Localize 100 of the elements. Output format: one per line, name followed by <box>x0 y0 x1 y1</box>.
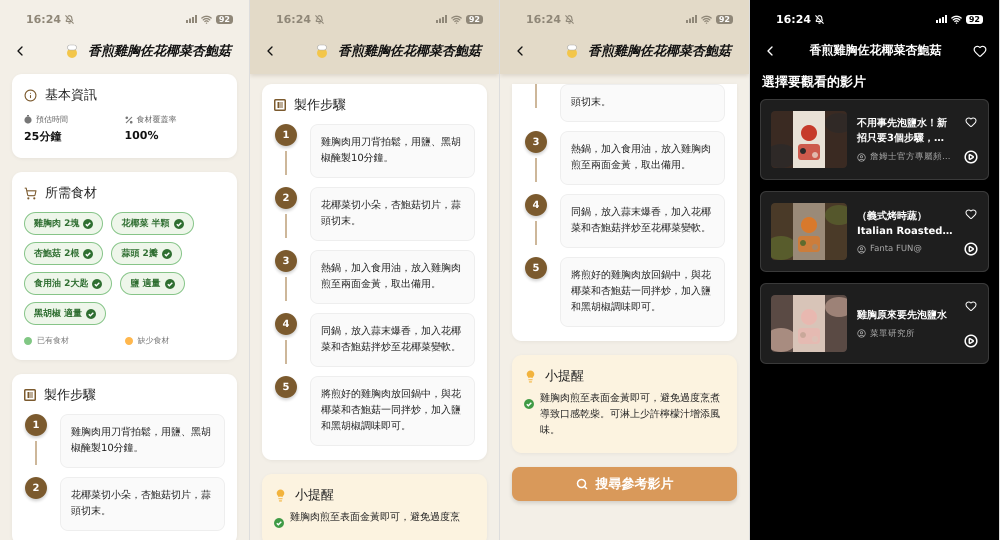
heart-icon[interactable] <box>965 116 977 128</box>
step-number: 3 <box>525 131 547 153</box>
heart-icon[interactable] <box>965 300 977 312</box>
step-text: 花椰菜切小朵，杏鮑菇切片，蒜頭切末。 <box>310 187 475 241</box>
stat-value: 100% <box>124 129 160 142</box>
card-title: 小提醒 <box>295 487 334 504</box>
ingredient-chip: 蒜頭 2瓣 <box>111 242 182 265</box>
video-card[interactable]: （義式烤時蔬）Italian Roasted… Fanta FUN@ <box>760 191 989 272</box>
channel-name: 詹姆士官方專屬頻… <box>870 151 950 163</box>
section-heading: 選擇要觀看的影片 <box>761 74 867 92</box>
stat-value: 25分鐘 <box>24 129 62 144</box>
screen-title: 香煎雞胸佐花椰菜杏鮑菇 <box>808 42 942 59</box>
cook-icon <box>564 43 580 59</box>
step-text: 花椰菜切小朵，杏鮑菇切片，蒜頭切末。 <box>60 477 225 531</box>
ingredient-chip: 食用油 2大匙 <box>24 272 112 295</box>
status-time: 16:24 <box>776 12 812 26</box>
status-time: 16:24 <box>26 12 62 26</box>
step-text: 將煎好的雞胸肉放回鍋中，與花椰菜和杏鮑菇一同拌炒，加入鹽和黑胡椒調味即可。 <box>310 376 475 446</box>
video-title: 雞胸原來要先泡鹽水 <box>857 308 948 322</box>
step-number: 2 <box>275 187 297 209</box>
user-icon <box>857 329 866 338</box>
card-title: 製作步驟 <box>44 387 96 404</box>
step-number: 2 <box>25 477 47 499</box>
wifi-icon <box>450 14 462 24</box>
step-number: 3 <box>275 250 297 272</box>
ingredient-chip: 花椰菜 半顆 <box>111 212 194 235</box>
card-title: 製作步驟 <box>294 97 346 114</box>
stat-label: 食材覆蓋率 <box>136 114 176 125</box>
step-number: 1 <box>275 124 297 146</box>
signal-icon <box>186 15 197 23</box>
signal-icon <box>936 15 947 23</box>
tip-text: 雞胸肉煎至表面金黃即可，避免過度烹煮導致口感乾柴。可淋上少許檸檬汁增添風味。 <box>540 392 721 438</box>
lightbulb-icon <box>274 488 287 502</box>
bell-off-icon <box>315 14 324 24</box>
wifi-icon <box>700 14 712 24</box>
step-number: 4 <box>525 194 547 216</box>
cook-icon <box>314 43 330 59</box>
step-text: 將煎好的雞胸肉放回鍋中，與花椰菜和杏鮑菇一同拌炒，加入鹽和黑胡椒調味即可。 <box>560 257 725 327</box>
check-circle-icon <box>83 248 94 258</box>
check-circle-icon <box>162 248 172 258</box>
check-circle-icon <box>174 218 184 228</box>
info-icon <box>24 88 37 102</box>
screen-title: 香煎雞胸佐花椰菜杏鮑菇 <box>588 42 731 60</box>
battery-level: 92 <box>466 14 483 24</box>
channel-name: Fanta FUN@ <box>870 244 922 254</box>
ingredient-chip: 鹽 適量 <box>120 272 185 295</box>
heart-icon[interactable] <box>973 44 987 58</box>
step-text: 熱鍋，加入食用油，放入雞胸肉煎至兩面金黃，取出備用。 <box>560 131 725 185</box>
card-title: 小提醒 <box>545 368 584 385</box>
video-card[interactable]: 雞胸原來要先泡鹽水 菜單研究所 <box>760 283 989 364</box>
list-icon <box>24 389 36 401</box>
list-icon <box>274 99 286 111</box>
screen-title: 香煎雞胸佐花椰菜杏鮑菇 <box>338 42 481 60</box>
status-time: 16:24 <box>526 12 562 26</box>
check-circle-icon <box>164 278 175 288</box>
bell-off-icon <box>565 14 574 24</box>
heart-icon[interactable] <box>965 208 977 220</box>
check-circle-icon <box>274 518 284 528</box>
user-icon <box>857 244 866 254</box>
signal-icon <box>436 15 447 23</box>
search-icon <box>576 478 588 490</box>
ingredient-chip: 杏鮑菇 2根 <box>24 242 104 265</box>
cook-icon <box>64 43 80 59</box>
lightbulb-icon <box>524 370 537 382</box>
channel-name: 菜單研究所 <box>870 328 915 340</box>
step-text: 熱鍋，加入食用油，放入雞胸肉煎至兩面金黃，取出備用。 <box>310 250 475 304</box>
video-title: 不用事先泡鹽水！新招只要3個步驟，… <box>857 116 948 146</box>
battery-level: 92 <box>966 14 983 24</box>
stat-label: 預估時間 <box>36 114 68 125</box>
signal-icon <box>686 15 697 23</box>
card-title: 所需食材 <box>45 185 97 202</box>
step-text: 雞胸肉用刀背拍鬆，用鹽、黑胡椒醃製10分鐘。 <box>310 124 475 178</box>
step-number: 5 <box>525 257 547 279</box>
play-icon[interactable] <box>964 334 978 348</box>
bell-off-icon <box>815 14 824 24</box>
step-number: 1 <box>25 414 47 436</box>
step-text: 同鍋，放入蒜末爆香，加入花椰菜和杏鮑菇拌炒至花椰菜變軟。 <box>310 313 475 367</box>
ingredient-chip: 雞胸肉 2塊 <box>24 212 104 235</box>
ingredient-chip: 黑胡椒 適量 <box>24 302 106 325</box>
play-icon[interactable] <box>964 150 978 164</box>
legend-label: 缺少食材 <box>138 335 170 346</box>
screen-title: 香煎雞胸佐花椰菜杏鮑菇 <box>88 42 231 60</box>
step-number: 5 <box>275 376 297 398</box>
cart-icon <box>24 186 37 200</box>
step-number: 4 <box>275 313 297 335</box>
battery-level: 92 <box>716 14 733 24</box>
check-circle-icon <box>86 308 96 318</box>
step-text: 雞胸肉用刀背拍鬆，用鹽、黑胡椒醃製10分鐘。 <box>60 414 225 468</box>
check-circle-icon <box>524 399 534 409</box>
battery-level: 92 <box>216 14 233 24</box>
step-text: 頭切末。 <box>560 84 725 122</box>
check-circle-icon <box>83 218 94 228</box>
wifi-icon <box>950 14 962 24</box>
status-time: 16:24 <box>276 12 312 26</box>
timer-icon <box>24 115 32 124</box>
card-title: 基本資訊 <box>45 87 97 104</box>
check-circle-icon <box>92 278 102 288</box>
tip-text: 雞胸肉煎至表面金黃即可，避免過度烹 <box>290 510 460 525</box>
play-icon[interactable] <box>964 242 978 256</box>
video-card[interactable]: 不用事先泡鹽水！新招只要3個步驟，… 詹姆士官方專屬頻… <box>760 99 989 180</box>
